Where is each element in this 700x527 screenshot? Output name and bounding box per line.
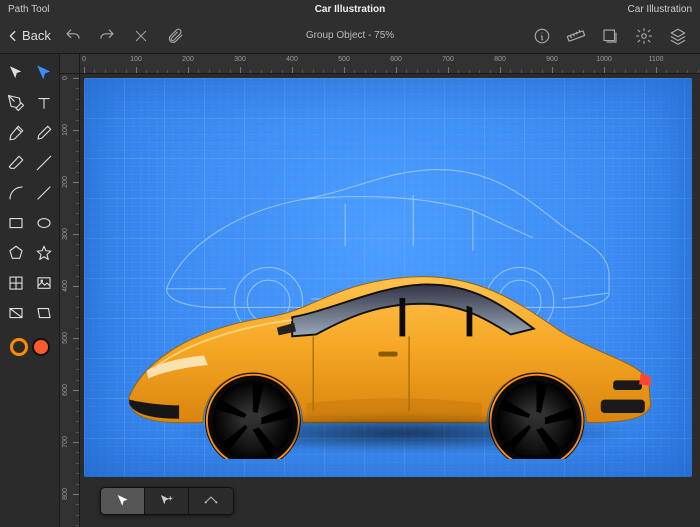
app-root: Path Tool Car Illustration Car Illustrat… [0,0,700,527]
star-tool[interactable] [33,242,55,264]
redo-button[interactable] [95,24,119,48]
path-convert-point-mode[interactable] [189,488,233,514]
undo-button[interactable] [61,24,85,48]
pencil-tool[interactable] [33,122,55,144]
back-label: Back [22,28,51,43]
document-title-right: Car Illustration [628,4,692,15]
blueprint-background [84,78,692,477]
fill-swatch[interactable] [32,338,50,356]
path-mode-bar [100,487,234,515]
image-tool[interactable] [33,272,55,294]
color-swatches [10,338,50,356]
back-button[interactable]: Back [6,28,51,43]
brush-tool[interactable] [5,122,27,144]
gradient-tool[interactable] [5,302,27,324]
shear-tool[interactable] [33,302,55,324]
titlebar: Path Tool Car Illustration Car Illustrat… [0,0,700,18]
move-tool[interactable] [5,62,27,84]
layers-button[interactable] [666,24,690,48]
car-illustration[interactable] [84,229,692,459]
path-select-mode[interactable] [101,488,145,514]
document-title: Car Illustration [0,4,700,15]
text-tool[interactable] [33,92,55,114]
artboards-button[interactable] [598,24,622,48]
line-tool[interactable] [33,182,55,204]
car-shadow [174,413,632,453]
grid-tool[interactable] [5,272,27,294]
attachment-button[interactable] [163,24,187,48]
canvas[interactable] [80,74,700,527]
pen-tool[interactable] [5,92,27,114]
direct-select-tool[interactable] [33,62,55,84]
tool-name-label: Path Tool [8,4,50,15]
knife-tool[interactable] [33,152,55,174]
info-button[interactable] [530,24,554,48]
main-area: 010020030040050060070080090010001100 010… [0,54,700,527]
stroke-swatch[interactable] [10,338,28,356]
settings-button[interactable] [632,24,656,48]
arc-tool[interactable] [5,182,27,204]
ellipse-tool[interactable] [33,212,55,234]
polygon-tool[interactable] [5,242,27,264]
canvas-area: 010020030040050060070080090010001100 010… [60,54,700,527]
ruler-vertical[interactable]: 0100200300400500600700800 [60,74,80,527]
top-toolbar: Back Group Object - 75% [0,18,700,54]
rectangle-tool[interactable] [5,212,27,234]
ruler-button[interactable] [564,24,588,48]
eraser-tool[interactable] [5,152,27,174]
close-button[interactable] [129,24,153,48]
ruler-origin[interactable] [60,54,80,74]
ruler-horizontal[interactable]: 010020030040050060070080090010001100 [80,54,700,74]
tool-palette [0,54,60,527]
path-add-point-mode[interactable] [145,488,189,514]
